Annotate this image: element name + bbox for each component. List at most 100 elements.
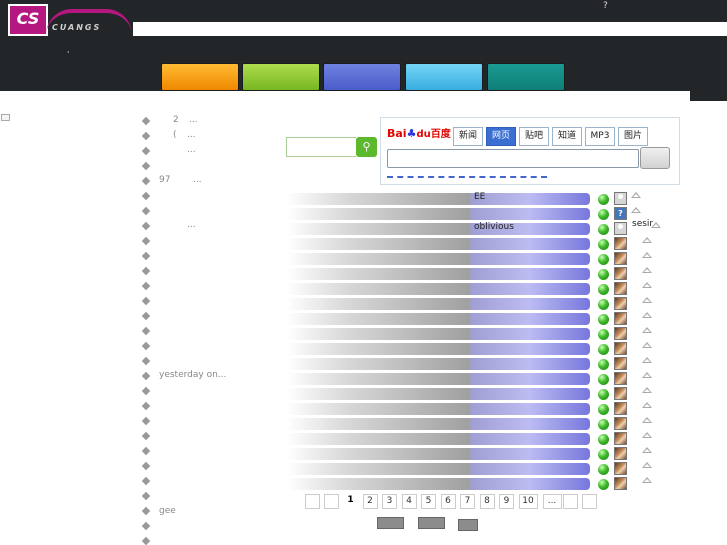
- last-page-button[interactable]: [582, 494, 597, 509]
- list-row[interactable]: [286, 193, 590, 205]
- list-item-prefix[interactable]: 97: [159, 175, 170, 185]
- avatar[interactable]: [614, 387, 627, 400]
- baidu-tab[interactable]: 知道: [552, 127, 582, 146]
- up-arrow-icon[interactable]: [631, 192, 641, 198]
- up-arrow-icon[interactable]: [642, 372, 652, 378]
- baidu-tab[interactable]: 图片: [618, 127, 648, 146]
- up-arrow-icon[interactable]: [642, 342, 652, 348]
- baidu-tab[interactable]: MP3: [585, 127, 615, 146]
- list-row[interactable]: [286, 418, 590, 430]
- next-page-button[interactable]: [563, 494, 578, 509]
- up-arrow-icon[interactable]: [642, 282, 652, 288]
- page-button[interactable]: 7: [460, 494, 475, 509]
- list-item-ellipsis[interactable]: ...: [187, 145, 196, 155]
- site-logo[interactable]: CS CUANGS: [8, 4, 132, 36]
- baidu-search-button[interactable]: [640, 147, 670, 169]
- list-row[interactable]: [286, 403, 590, 415]
- baidu-tab-active[interactable]: 网页: [486, 127, 516, 146]
- list-row[interactable]: [286, 358, 590, 370]
- up-arrow-icon[interactable]: [642, 267, 652, 273]
- nav-tab-orange[interactable]: [161, 63, 239, 91]
- page-button[interactable]: 10: [518, 494, 538, 509]
- page-button[interactable]: 5: [421, 494, 436, 509]
- list-row[interactable]: [286, 373, 590, 385]
- baidu-search-input[interactable]: [387, 149, 639, 168]
- avatar[interactable]: [614, 327, 627, 340]
- avatar[interactable]: [614, 342, 627, 355]
- up-arrow-icon[interactable]: [642, 357, 652, 363]
- list-row[interactable]: [286, 463, 590, 475]
- up-arrow-icon[interactable]: [642, 297, 652, 303]
- avatar[interactable]: [614, 282, 627, 295]
- avatar[interactable]: [614, 267, 627, 280]
- avatar[interactable]: ?: [614, 207, 627, 220]
- avatar[interactable]: [614, 237, 627, 250]
- up-arrow-icon[interactable]: [642, 447, 652, 453]
- up-arrow-icon[interactable]: [642, 252, 652, 258]
- help-link[interactable]: ?: [603, 1, 608, 11]
- list-row[interactable]: [286, 313, 590, 325]
- list-row[interactable]: [286, 478, 590, 490]
- page-button[interactable]: 8: [479, 494, 495, 509]
- list-row[interactable]: [286, 268, 590, 280]
- nav-tab-blue[interactable]: [323, 63, 401, 91]
- avatar[interactable]: [614, 462, 627, 475]
- list-row[interactable]: [286, 433, 590, 445]
- list-item-text[interactable]: gee: [159, 506, 176, 516]
- grey-button[interactable]: [458, 519, 478, 531]
- up-arrow-icon[interactable]: [642, 477, 652, 483]
- avatar[interactable]: [614, 477, 627, 490]
- list-row[interactable]: [286, 298, 590, 310]
- search-button[interactable]: ⚲: [356, 137, 377, 157]
- list-row[interactable]: [286, 238, 590, 250]
- page-button[interactable]: 3: [382, 494, 397, 509]
- avatar[interactable]: [614, 357, 627, 370]
- list-item-ellipsis[interactable]: ...: [189, 115, 198, 125]
- list-item-text[interactable]: yesterday on...: [159, 370, 226, 380]
- row-label[interactable]: EE: [474, 192, 485, 202]
- up-arrow-icon[interactable]: [642, 462, 652, 468]
- avatar[interactable]: [614, 417, 627, 430]
- avatar[interactable]: [614, 222, 627, 235]
- baidu-tab[interactable]: 贴吧: [519, 127, 549, 146]
- page-button[interactable]: 4: [401, 494, 417, 509]
- nav-tab-teal[interactable]: [487, 63, 565, 91]
- up-arrow-icon[interactable]: [642, 312, 652, 318]
- baidu-logo[interactable]: Bai♣du百度: [387, 125, 451, 140]
- page-button[interactable]: 6: [440, 494, 456, 509]
- up-arrow-icon[interactable]: [642, 402, 652, 408]
- page-button[interactable]: 9: [499, 494, 514, 509]
- list-row[interactable]: [286, 223, 590, 235]
- avatar[interactable]: [614, 432, 627, 445]
- list-row[interactable]: [286, 328, 590, 340]
- avatar[interactable]: [614, 402, 627, 415]
- row-label[interactable]: oblivious: [474, 222, 514, 232]
- avatar[interactable]: [614, 372, 627, 385]
- avatar[interactable]: [614, 252, 627, 265]
- list-row[interactable]: [286, 343, 590, 355]
- avatar[interactable]: [614, 297, 627, 310]
- up-arrow-icon[interactable]: [642, 327, 652, 333]
- up-arrow-icon[interactable]: [642, 387, 652, 393]
- up-arrow-icon[interactable]: [642, 432, 652, 438]
- up-arrow-icon[interactable]: [642, 417, 652, 423]
- up-arrow-icon[interactable]: [642, 237, 652, 243]
- first-page-button[interactable]: [305, 494, 320, 509]
- baidu-tab[interactable]: 新闻: [453, 127, 483, 146]
- nav-tab-cyan[interactable]: [405, 63, 483, 91]
- page-button[interactable]: ...: [542, 494, 562, 509]
- grey-button[interactable]: [418, 517, 445, 529]
- list-item-prefix[interactable]: 2: [173, 115, 179, 125]
- grey-button[interactable]: [377, 517, 404, 529]
- list-row[interactable]: [286, 253, 590, 265]
- current-page[interactable]: 1: [343, 494, 358, 509]
- list-row[interactable]: [286, 283, 590, 295]
- nav-tab-green[interactable]: [242, 63, 320, 91]
- up-arrow-icon[interactable]: [631, 207, 641, 213]
- list-row[interactable]: [286, 448, 590, 460]
- list-item-ellipsis[interactable]: ...: [187, 220, 196, 230]
- search-input[interactable]: [286, 137, 356, 157]
- prev-page-button[interactable]: [324, 494, 339, 509]
- page-button[interactable]: 2: [362, 494, 378, 509]
- avatar[interactable]: [614, 447, 627, 460]
